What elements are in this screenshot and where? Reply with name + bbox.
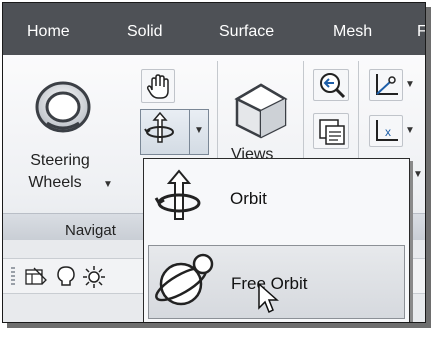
tab-partial[interactable]: F (417, 23, 425, 41)
mouse-cursor-icon (258, 282, 279, 314)
tab-solid[interactable]: Solid (127, 23, 163, 41)
tab-home[interactable]: Home (27, 23, 70, 41)
navigate-panel-title-bar: Navigat (3, 213, 148, 240)
steering-wheels-label-line2[interactable]: Wheels (15, 173, 95, 193)
pan-button[interactable] (141, 69, 175, 103)
screenshot-frame: Home Solid Surface Mesh F Steering Wheel… (2, 2, 426, 323)
tab-mesh[interactable]: Mesh (333, 23, 372, 41)
lightbulb-icon[interactable] (55, 265, 77, 289)
layer-properties-icon[interactable] (23, 265, 49, 289)
orbit-small-icon (144, 111, 174, 143)
orbit-dropdown-toggle[interactable]: ▼ (189, 109, 209, 155)
orbit-icon (154, 169, 201, 220)
named-views-button[interactable] (313, 113, 349, 149)
panel-title[interactable]: Navigat (65, 222, 116, 239)
view-cube-icon[interactable] (233, 81, 289, 141)
svg-text:x: x (385, 125, 391, 139)
steering-wheels-label-line1[interactable]: Steering (15, 151, 105, 171)
orbit-dropdown-menu: Orbit Free Orbit (143, 158, 410, 322)
menu-item-orbit[interactable]: Orbit (148, 163, 403, 233)
magnifier-back-icon (320, 73, 346, 99)
chevron-down-icon: ▼ (194, 125, 204, 136)
ucs-x-icon: x (376, 120, 398, 141)
hand-icon (146, 74, 169, 99)
previous-view-button[interactable] (313, 69, 349, 101)
steering-wheels-icon[interactable] (33, 79, 93, 135)
toolbar-grip[interactable] (11, 267, 15, 285)
free-orbit-icon (155, 253, 214, 306)
menu-item-free-orbit[interactable]: Free Orbit (148, 245, 405, 319)
menu-item-orbit-label: Orbit (230, 189, 267, 208)
ribbon-tab-bar: Home Solid Surface Mesh F (3, 3, 425, 55)
ucs-button[interactable] (369, 69, 403, 101)
chevron-down-icon[interactable]: ▼ (103, 179, 113, 190)
chevron-down-icon[interactable]: ▼ (405, 79, 415, 90)
chevron-down-icon[interactable]: ▼ (413, 169, 423, 180)
chevron-down-icon[interactable]: ▼ (405, 125, 415, 136)
named-views-icon (319, 119, 345, 145)
ucs-icon (376, 74, 398, 95)
orbit-split-button[interactable] (140, 109, 190, 155)
sun-icon[interactable] (81, 264, 107, 290)
tab-surface[interactable]: Surface (219, 23, 274, 41)
ucs-x-button[interactable]: x (369, 115, 403, 147)
